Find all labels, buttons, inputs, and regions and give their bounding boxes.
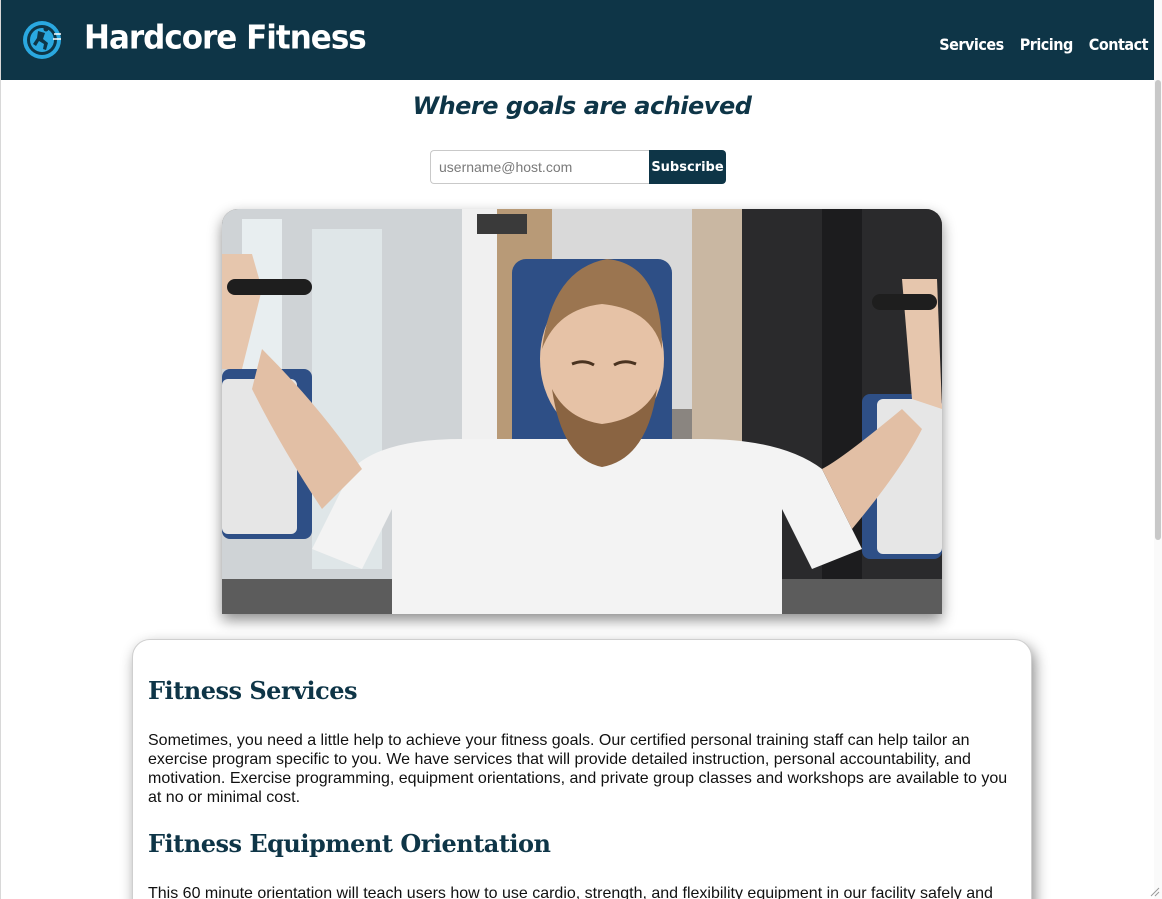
gym-photo-illustration: [222, 209, 942, 614]
resize-grip-icon[interactable]: [1148, 885, 1160, 897]
brand-name[interactable]: Hardcore Fitness: [84, 19, 367, 57]
nav-link-contact[interactable]: Contact: [1089, 35, 1149, 54]
section-body-equipment-orientation: This 60 minute orientation will teach us…: [148, 885, 993, 899]
section-heading-equipment-orientation: Fitness Equipment Orientation: [148, 829, 551, 858]
subscribe-button[interactable]: Subscribe: [649, 150, 726, 184]
content-card: Fitness Services Sometimes, you need a l…: [132, 639, 1032, 899]
section-body-fitness-services: Sometimes, you need a little help to ach…: [148, 732, 1008, 806]
page-scrollbar[interactable]: [1154, 0, 1162, 899]
subscribe-form: Subscribe: [430, 150, 726, 184]
running-figure-globe-icon[interactable]: [21, 19, 63, 61]
scrollbar-thumb[interactable]: [1155, 80, 1161, 540]
tagline: Where goals are achieved: [412, 92, 752, 120]
nav-link-services[interactable]: Services: [939, 35, 1004, 54]
nav-link-pricing[interactable]: Pricing: [1020, 35, 1074, 54]
email-input[interactable]: [430, 150, 649, 184]
hero-image: [222, 209, 942, 614]
section-heading-fitness-services: Fitness Services: [148, 676, 358, 705]
main-nav: Services Pricing Contact: [939, 35, 1148, 54]
site-header: Hardcore Fitness Services Pricing Contac…: [1, 0, 1162, 80]
